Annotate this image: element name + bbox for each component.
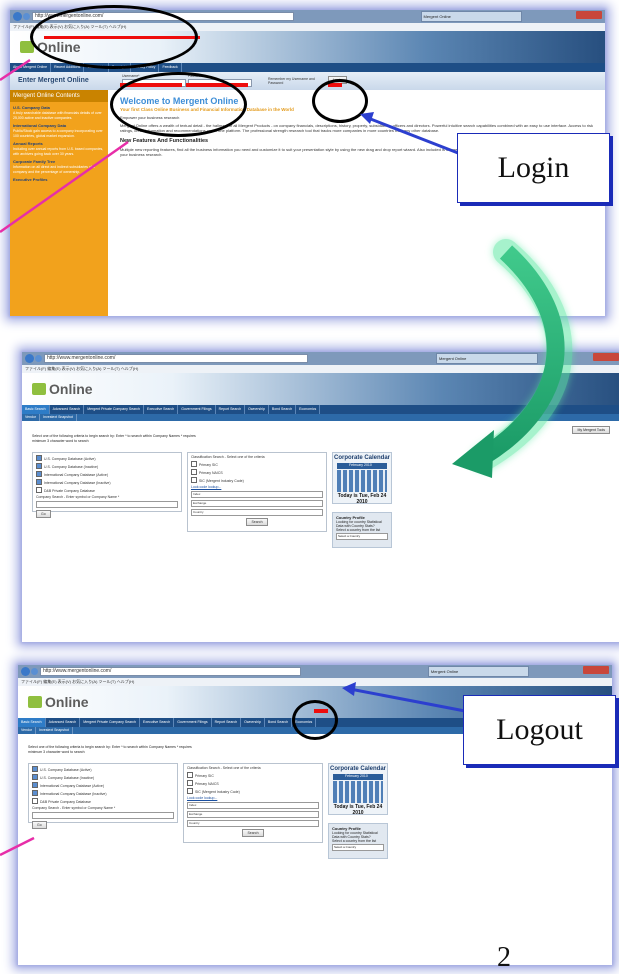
page-number: 2: [497, 942, 511, 973]
login-arrow-line: [367, 116, 459, 155]
pink-arrow-3: [0, 836, 35, 857]
pink-arrow-1: [0, 58, 31, 82]
pink-arrow-2: [0, 140, 129, 234]
logout-arrow-head: [342, 682, 356, 696]
logout-callout: Logout: [463, 695, 616, 765]
curved-arrow-head: [452, 430, 494, 478]
login-arrow-head: [360, 112, 374, 124]
login-callout: Login: [457, 133, 610, 203]
logout-arrow-line: [349, 687, 466, 713]
